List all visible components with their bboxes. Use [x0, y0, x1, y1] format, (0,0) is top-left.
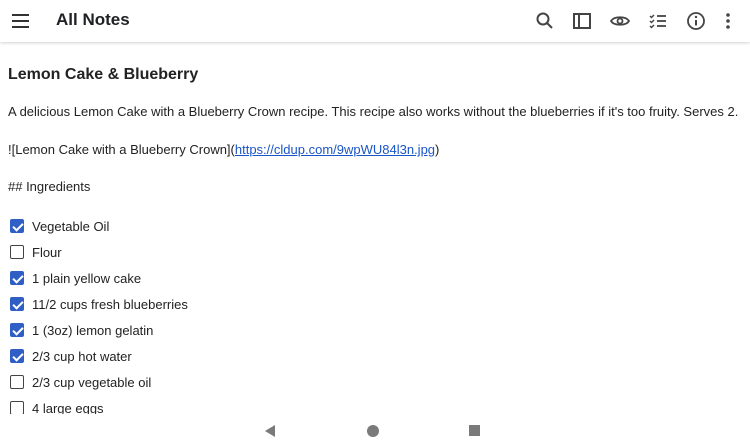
image-close-paren: )	[435, 142, 440, 157]
checklist-label: 2/3 cup hot water	[32, 348, 132, 364]
note-editor[interactable]: Lemon Cake & Blueberry A delicious Lemon…	[0, 44, 750, 414]
checklist-label: 1 (3oz) lemon gelatin	[32, 322, 154, 338]
note-title[interactable]: Lemon Cake & Blueberry	[8, 66, 198, 84]
checklist-item[interactable]: 1 plain yellow cake	[10, 268, 141, 288]
checkbox[interactable]	[10, 245, 24, 259]
image-markdown-line[interactable]: ![Lemon Cake with a Blueberry Crown](htt…	[8, 142, 439, 157]
app-bar: All Notes	[0, 0, 750, 42]
checklist-label: 4 large eggs	[32, 400, 104, 415]
checkbox[interactable]	[10, 375, 24, 389]
page-title: All Notes	[56, 10, 130, 29]
preview-eye-icon[interactable]	[608, 9, 632, 33]
image-alt-text: ![Lemon Cake with a Blueberry Crown](	[8, 142, 235, 157]
checklist-item[interactable]: 11/2 cups fresh blueberries	[10, 294, 188, 314]
info-icon[interactable]	[684, 9, 708, 33]
recents-icon[interactable]	[469, 425, 480, 436]
checkbox[interactable]	[10, 401, 24, 414]
checkbox[interactable]	[10, 323, 24, 337]
checklist-label: Vegetable Oil	[32, 218, 110, 234]
home-icon[interactable]	[367, 425, 379, 437]
back-icon[interactable]	[265, 425, 275, 437]
checklist-item[interactable]: Vegetable Oil	[10, 216, 109, 236]
checklist-label: 1 plain yellow cake	[32, 270, 142, 286]
checklist-label: 11/2 cups fresh blueberries	[32, 296, 188, 312]
checklist-item[interactable]: 4 large eggs	[10, 398, 104, 414]
checklist-label: 2/3 cup vegetable oil	[32, 374, 152, 390]
more-vert-icon[interactable]	[716, 9, 740, 33]
checkbox[interactable]	[10, 219, 24, 233]
system-nav-bar	[0, 414, 750, 446]
ingredients-heading[interactable]: ## Ingredients	[8, 179, 90, 194]
image-link[interactable]: https://cldup.com/9wpWU84l3n.jpg	[235, 142, 435, 157]
checklist-label: Flour	[32, 244, 62, 260]
checkbox[interactable]	[10, 297, 24, 311]
checklist-item[interactable]: Flour	[10, 242, 62, 262]
checkbox[interactable]	[10, 271, 24, 285]
sidebar-toggle-icon[interactable]	[570, 9, 594, 33]
checkbox[interactable]	[10, 349, 24, 363]
checklist-item[interactable]: 2/3 cup hot water	[10, 346, 132, 366]
checklist-item[interactable]: 1 (3oz) lemon gelatin	[10, 320, 153, 340]
search-icon[interactable]	[533, 9, 557, 33]
checklist-item[interactable]: 2/3 cup vegetable oil	[10, 372, 151, 392]
note-intro[interactable]: A delicious Lemon Cake with a Blueberry …	[8, 104, 738, 119]
checklist-icon[interactable]	[646, 9, 670, 33]
menu-icon[interactable]	[12, 11, 30, 31]
